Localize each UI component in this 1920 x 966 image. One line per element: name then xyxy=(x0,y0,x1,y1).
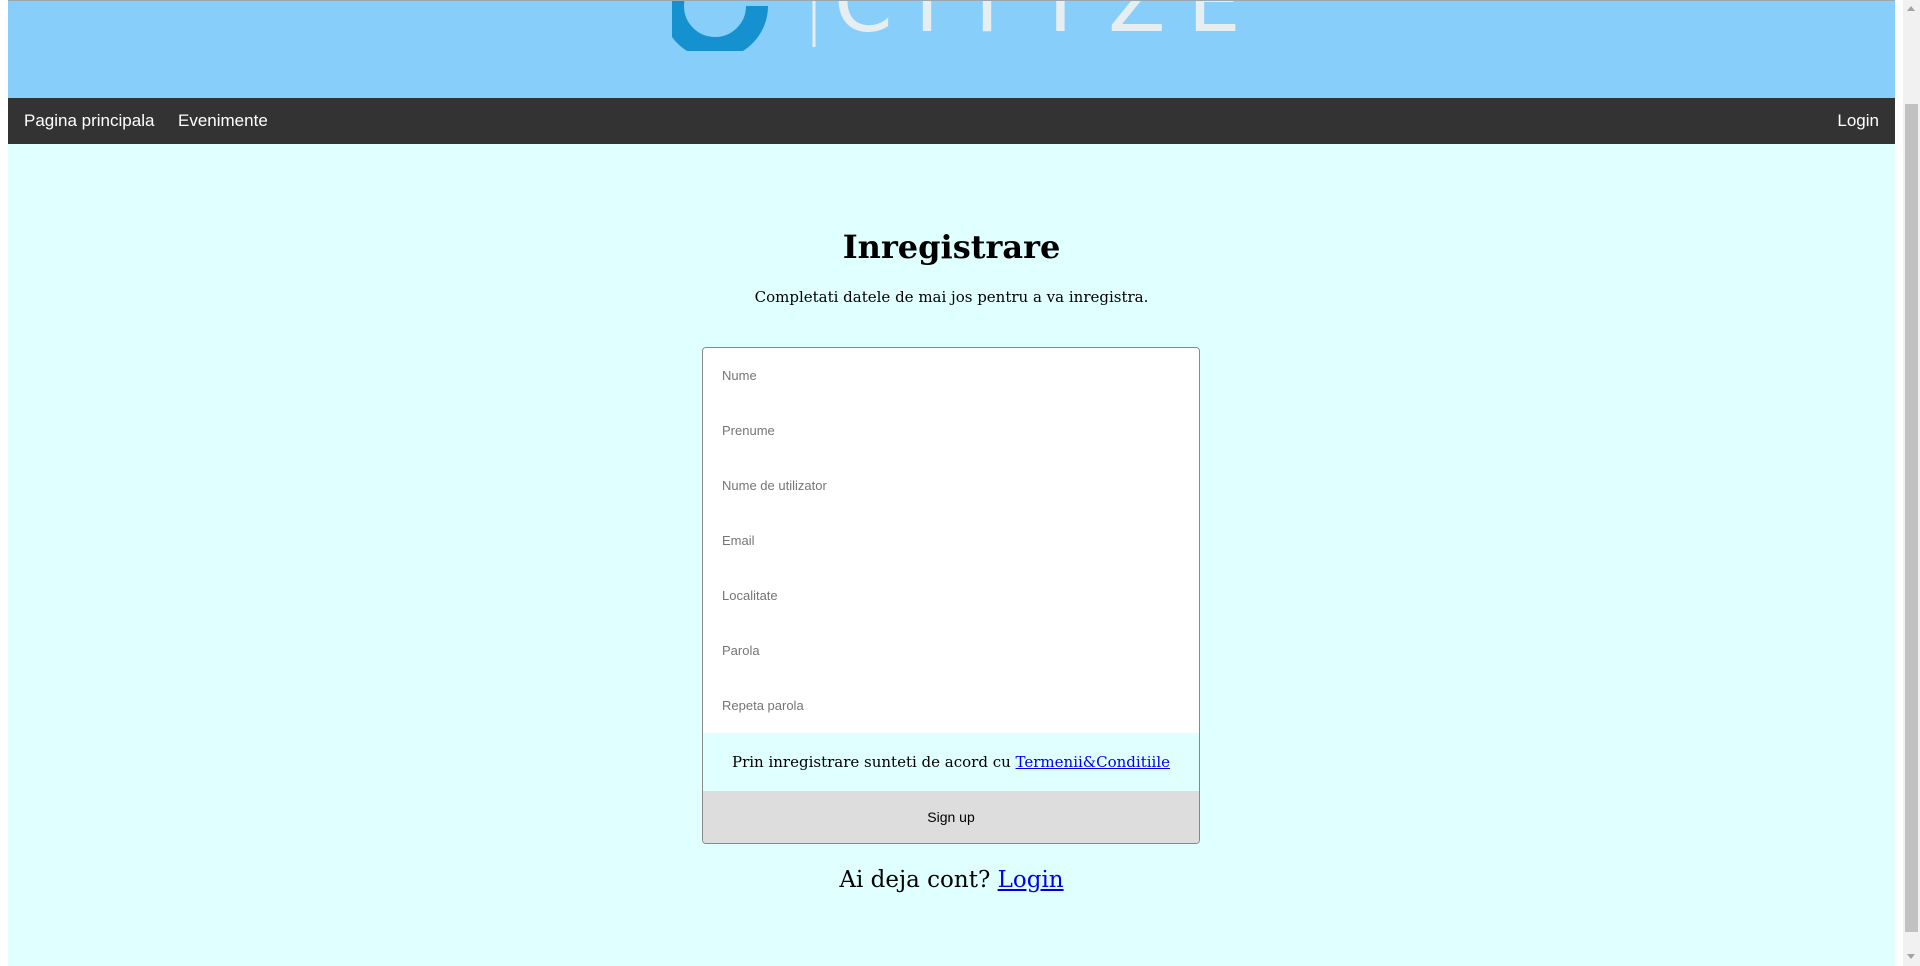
signup-form: Prin inregistrare sunteti de acord cu Te… xyxy=(702,347,1200,844)
logo-text: CITYZEN xyxy=(834,0,1252,51)
site-logo: CITYZEN xyxy=(672,0,1252,51)
terms-link[interactable]: Termenii&Conditiile xyxy=(1016,753,1170,771)
terms-notice: Prin inregistrare sunteti de acord cu Te… xyxy=(703,733,1199,791)
email-field[interactable] xyxy=(703,513,1199,568)
username-field[interactable] xyxy=(703,458,1199,513)
scrollbar-thumb[interactable] xyxy=(1905,104,1918,932)
nav-login-link[interactable]: Login xyxy=(1821,98,1895,144)
page-subtitle: Completati datele de mai jos pentru a va… xyxy=(754,288,1149,306)
header-banner: CITYZEN xyxy=(8,0,1895,99)
city-field[interactable] xyxy=(703,568,1199,623)
page: CITYZEN Pagina principala Evenimente Log… xyxy=(8,0,1895,966)
page-title: Inregistrare xyxy=(842,228,1061,266)
footer-login-link[interactable]: Login xyxy=(998,867,1064,893)
first-name-field[interactable] xyxy=(703,403,1199,458)
login-prompt: Ai deja cont? Login xyxy=(8,867,1895,893)
signup-button[interactable]: Sign up xyxy=(703,791,1199,843)
login-prompt-text: Ai deja cont? xyxy=(839,867,998,893)
repeat-password-field[interactable] xyxy=(703,678,1199,733)
password-field[interactable] xyxy=(703,623,1199,678)
scroll-up-arrow-icon[interactable] xyxy=(1907,6,1915,11)
nav-home-link[interactable]: Pagina principala xyxy=(8,98,170,144)
last-name-field[interactable] xyxy=(703,348,1199,403)
c-logo-icon xyxy=(672,1,768,51)
vertical-scrollbar[interactable] xyxy=(1903,0,1920,966)
top-navbar: Pagina principala Evenimente Login xyxy=(8,98,1895,144)
scroll-down-arrow-icon[interactable] xyxy=(1907,954,1915,959)
nav-events-link[interactable]: Evenimente xyxy=(162,98,284,144)
terms-text: Prin inregistrare sunteti de acord cu xyxy=(731,753,1016,771)
